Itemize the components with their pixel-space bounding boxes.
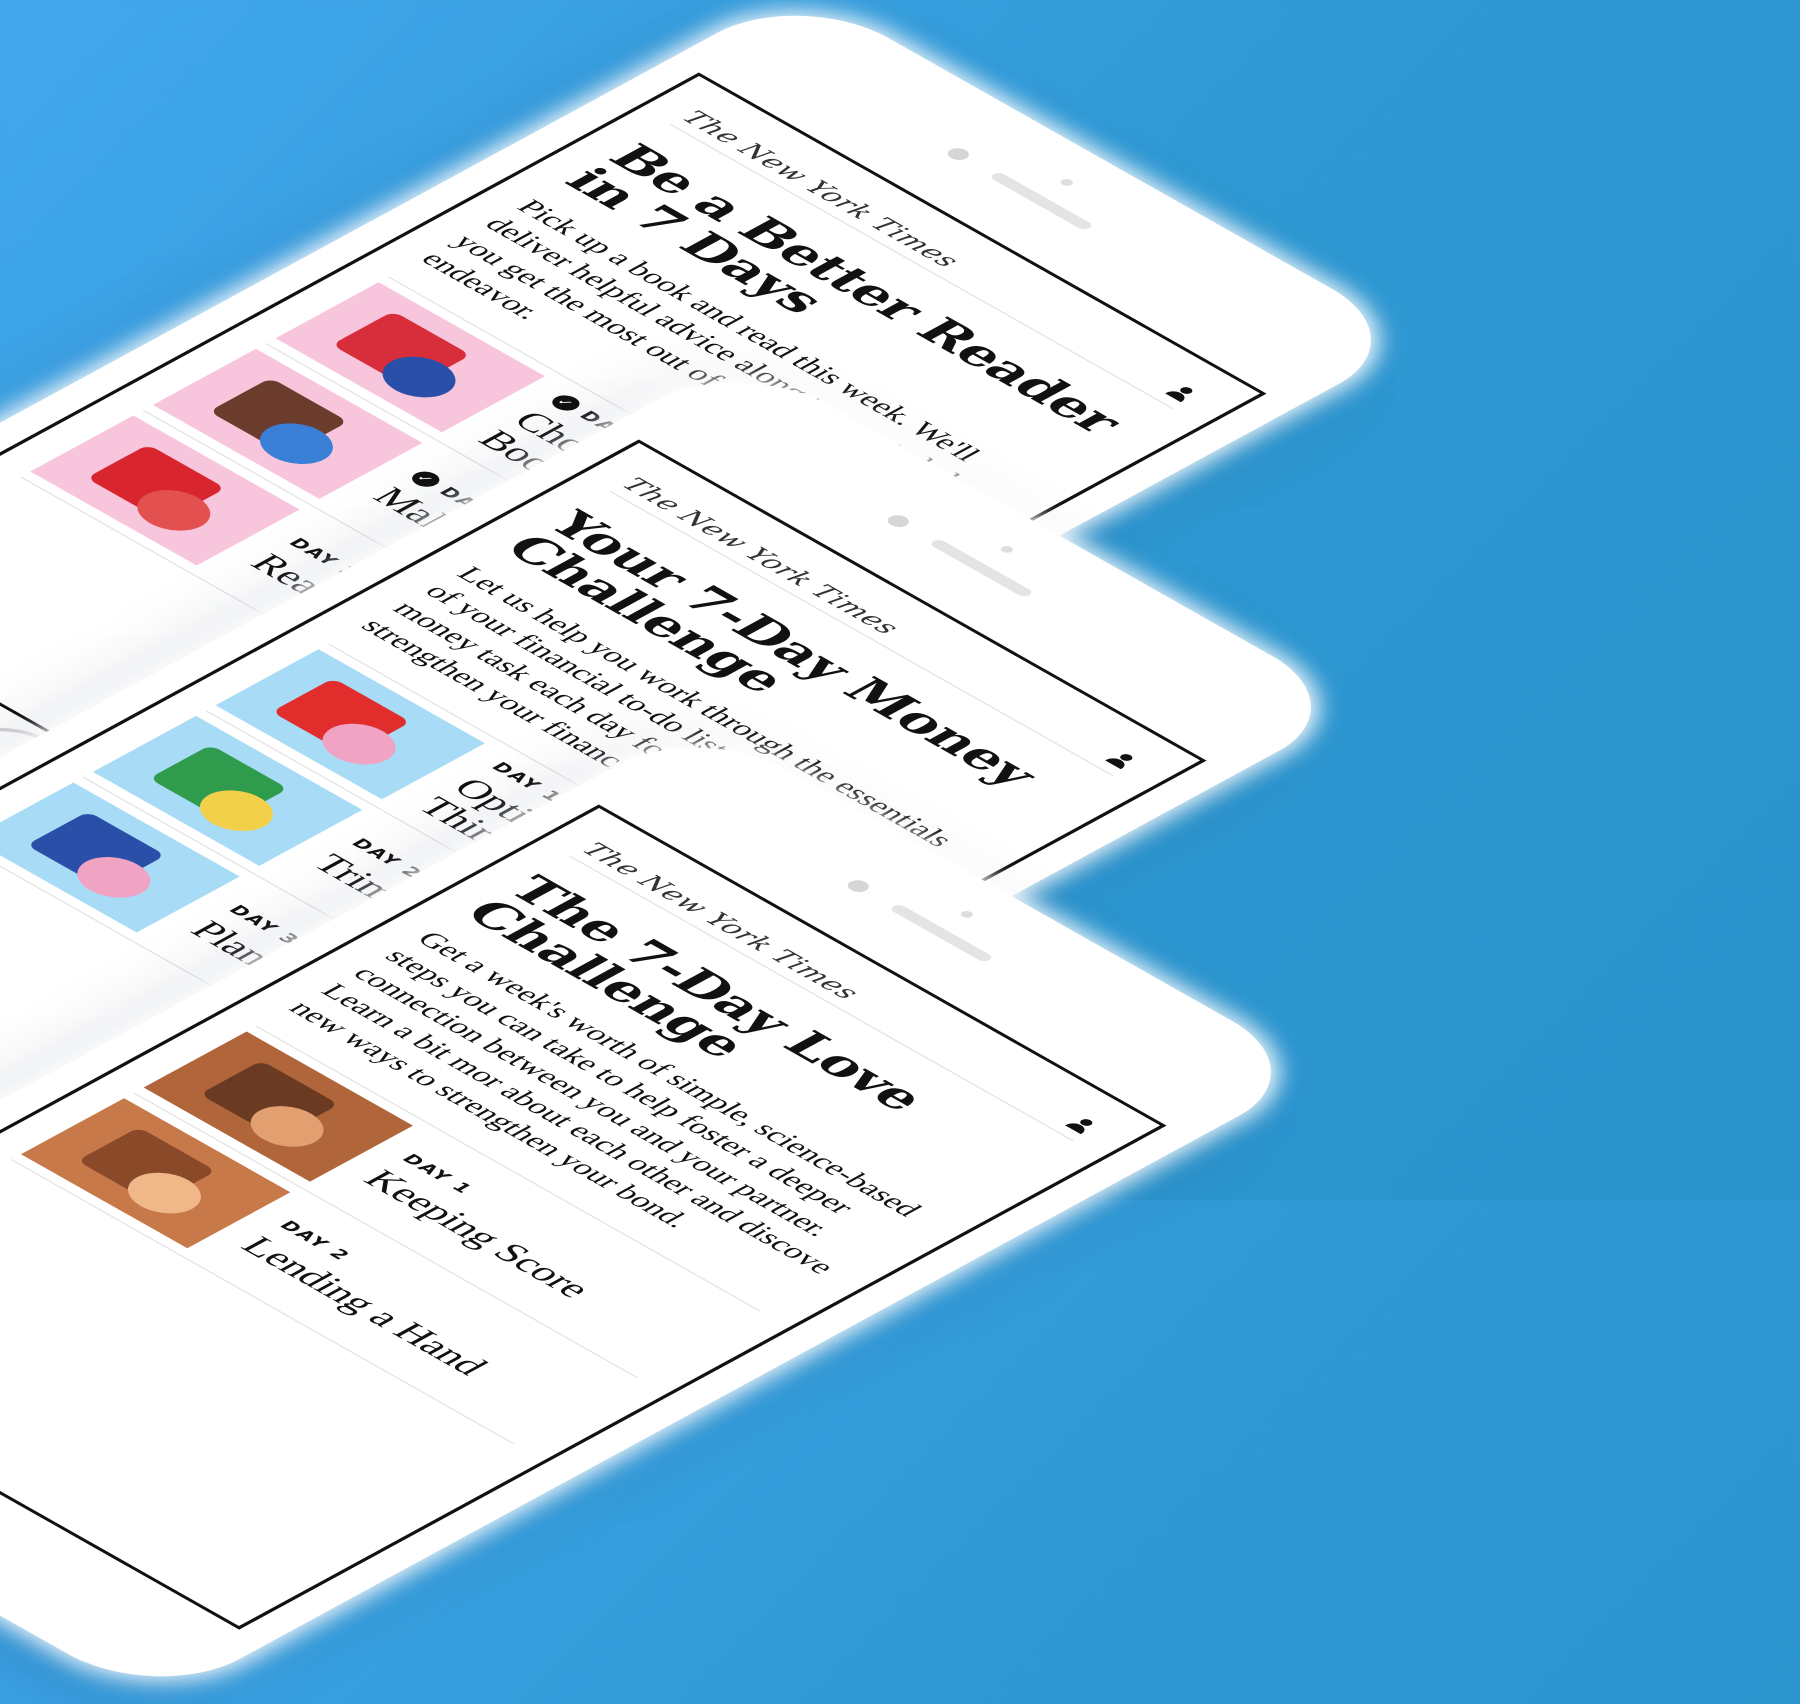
profile-icon[interactable] [1102,750,1141,771]
camera [883,512,914,530]
camera [943,145,974,163]
profile-icon[interactable] [1062,1115,1101,1136]
speaker [928,538,1035,598]
speaker [988,171,1095,231]
profile-icon[interactable] [1162,383,1201,404]
sensor [998,544,1016,555]
camera [843,877,874,895]
speaker [888,903,995,963]
stage: The New York Times Be a Better Reader in… [0,0,1800,1704]
sensor [1058,177,1076,188]
sensor [958,909,976,920]
